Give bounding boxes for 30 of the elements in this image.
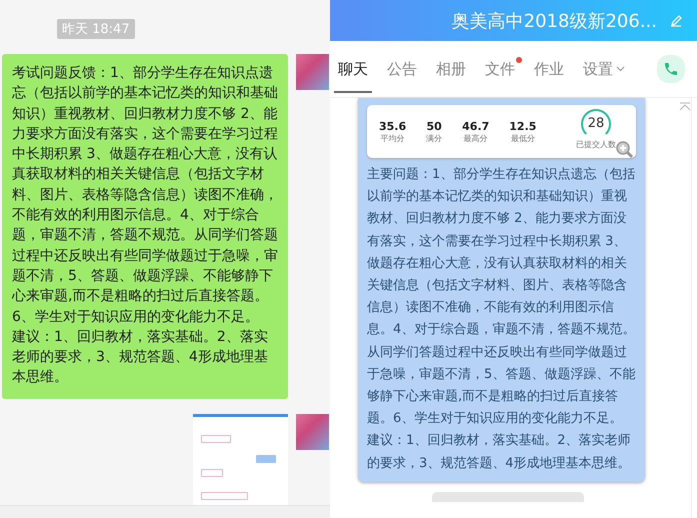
tab[interactable]: 设置 [583,46,625,92]
message-paragraph: 考试问题反馈：1、部分学生存在知识点遗忘（包括以前学的基本记忆类的知识和基础知识）重视教材、回归教材力度不够 2、能力要求方面没有落实，这个需要在学习过程中长期积累 3、做题存在粗心大意，没有认真获取材料的相关关键信息（包括文字材料、图片、表格等隐含信息）读图不准确，不能有效的利用图示信息。4、对于综合题，审题不清，答题不规范。从同学们答题过程中还反映出有些同学做题过于急噪，审题不清，5、答题、做题浮躁、不能够静下心来审题,而不是粗略的扫过后直接答题。6、学生对于知识应用的变化能力不足。 [12,64,279,327]
tab[interactable]: 作业 [534,46,564,92]
stat-value: 50 [426,120,442,132]
stat-label: 满分 [426,132,442,144]
tab[interactable]: 公告 [387,46,417,92]
timestamp: 昨天 18:47 [57,19,135,39]
edit-icon[interactable] [669,14,683,28]
stat-value: 12.5 [509,120,536,132]
stat-label: 已提交人数 [576,138,616,150]
zoom-in-icon[interactable] [616,140,634,158]
chevron-down-icon [616,66,625,72]
flower-photo-avatar [296,414,329,450]
window-title: 奥美高中2018级新206... [452,10,657,32]
phone-icon [663,61,679,77]
stat-label: 平均分 [380,132,405,144]
stat-label: 最低分 [510,132,535,144]
message-paragraph: 主要问题：1、部分学生存在知识点遗忘（包括以前学的基本记忆类的知识和基础知识）重视教材、回归教材力度不够 2、能力要求方面没有落实，这个需要在学习过程中长期积累 3、做题存在粗心大意，没有认真获取材料的相关关键信息（包括文字材料、图片、表格等隐含信息）读图不准确，不能有效的利用图示信息。4、对于综合题，审题不清，答题不规范。从同学们答题过程中还反映出有些同学做题过于急噪，审题不清，5、答题、做题浮躁、不能够静下心来审题,而不是粗略的扫过后直接答题。6、学生对于知识应用的变化能力不足。 [367,166,636,428]
flower-photo-avatar [296,54,329,90]
tab[interactable]: 聊天 [334,46,372,92]
tab[interactable]: 相册 [436,46,466,92]
stat-value: 35.6 [379,120,406,132]
stat-label: 最高分 [464,132,488,144]
tab[interactable]: 文件 [485,46,522,92]
message-paragraph: 建议：1、回归教材，落实基础。2、落实老师的要求，3、规范答题、4形成地理基本思维。 [367,432,632,473]
stat-value: 46.7 [462,120,490,132]
message-paragraph: 建议：1、回归教材，落实基础。2、落实老师的要求，3、规范答题、4形成地理基本思维。 [12,328,269,388]
scroll-to-top-icon[interactable] [679,102,691,111]
call-button[interactable] [657,55,685,83]
screenshot-thumbnail[interactable] [193,414,288,505]
